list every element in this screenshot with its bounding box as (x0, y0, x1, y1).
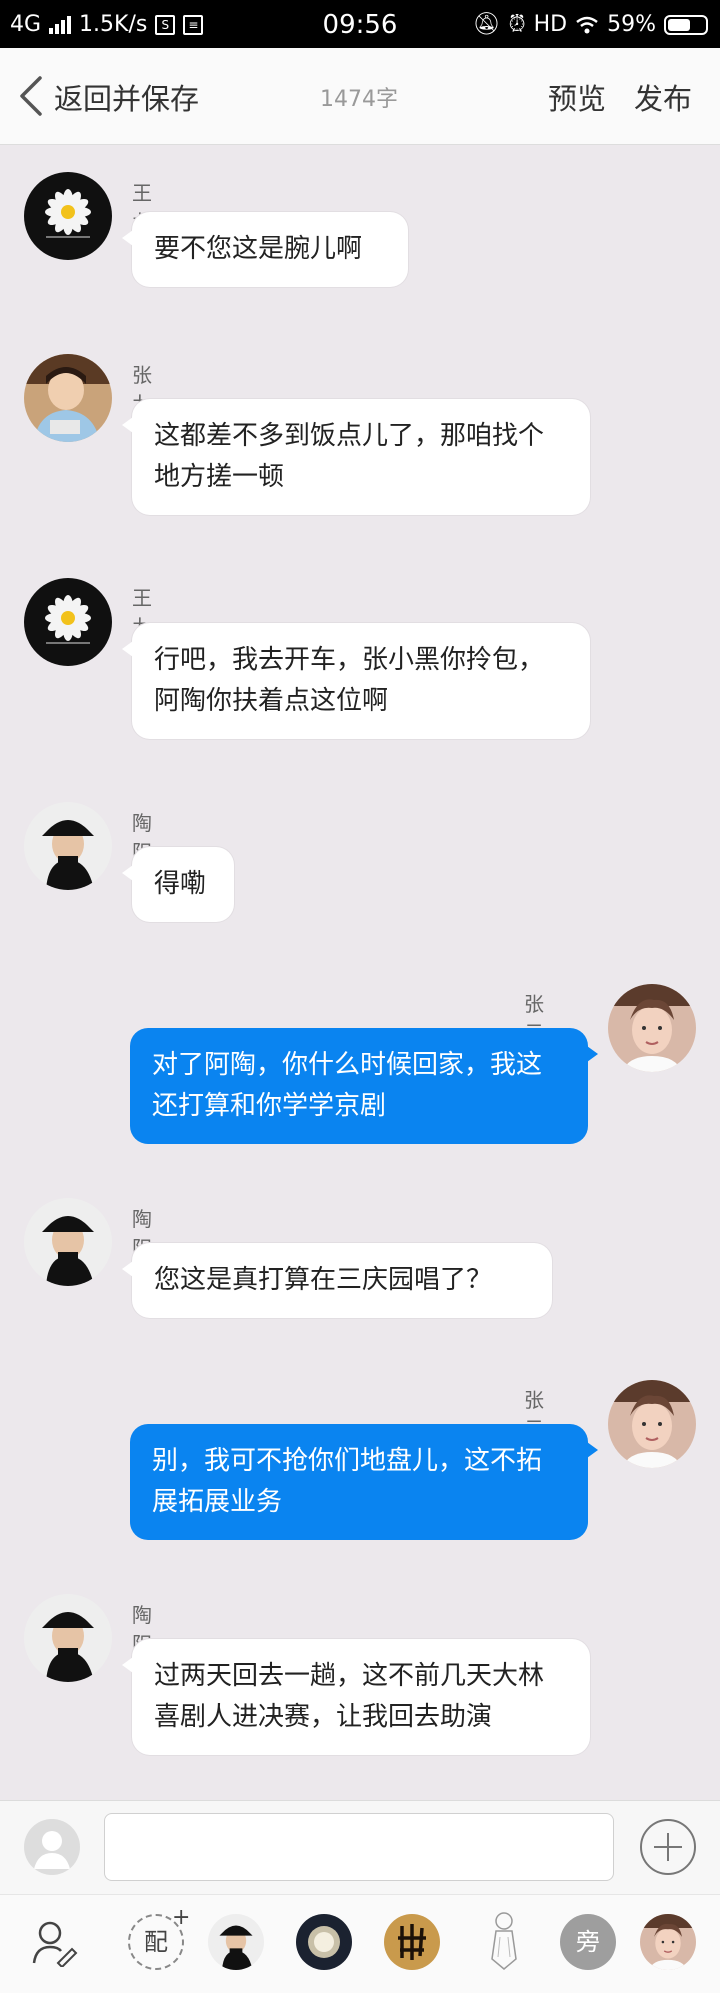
battery-percent: 59% (607, 12, 656, 37)
role-calligraphy-avatar[interactable] (384, 1914, 440, 1970)
back-arrow-icon[interactable] (14, 72, 50, 120)
mute-bell-icon: 🔕︎ (472, 12, 501, 37)
user-avatar[interactable] (24, 1819, 80, 1875)
wifi-icon (576, 16, 598, 33)
narrator-role-avatar[interactable]: 旁 (560, 1914, 616, 1970)
boy-avatar[interactable] (24, 354, 112, 442)
alarm-icon: ⏰︎ (508, 12, 526, 37)
word-count: 1474字 (320, 87, 398, 112)
message-bubble[interactable]: 过两天回去一趟，这不前几天大林喜剧人进决赛，让我回去助演 (122, 1639, 590, 1755)
message-bubble[interactable]: 别，我可不抢你们地盘儿，这不拓展拓展业务 (130, 1424, 598, 1540)
edit-character-icon[interactable] (30, 1917, 78, 1967)
message-bubble[interactable]: 得嘞 (122, 847, 234, 922)
face-avatar[interactable] (608, 984, 696, 1072)
publish-button[interactable]: 发布 (634, 76, 692, 118)
role-bar: 配 + 旁 (0, 1894, 720, 1993)
role-sketch-avatar[interactable] (480, 1909, 528, 1975)
chat-area[interactable]: 王九龙 要不您这是腕儿啊 张九龄 这都差不多到饭点儿了，那咱找个地方搓一顿 王九… (0, 144, 720, 1800)
hat-avatar[interactable] (24, 1198, 112, 1286)
message-bubble[interactable]: 行吧，我去开车，张小黑你拎包，阿陶你扶着点这位啊 (122, 623, 590, 739)
hd-label: HD (533, 12, 568, 37)
add-icon[interactable] (640, 1819, 696, 1875)
role-face-avatar[interactable] (640, 1914, 696, 1970)
narrator-label: 旁 (576, 1928, 600, 1956)
hat-avatar[interactable] (24, 1594, 112, 1682)
battery-icon (664, 14, 708, 35)
status-bar: 4G 1.5K/s S ≡ 09:56 🔕︎ ⏰︎ HD 59% (0, 0, 720, 48)
role-hat-avatar[interactable] (208, 1914, 264, 1970)
message-bubble[interactable]: 您这是真打算在三庆园唱了？ (122, 1243, 552, 1318)
input-bar (0, 1800, 720, 1895)
message-bubble[interactable]: 这都差不多到饭点儿了，那咱找个地方搓一顿 (122, 399, 590, 515)
user-silhouette-icon (34, 1831, 70, 1869)
face-avatar[interactable] (608, 1380, 696, 1468)
hat-avatar[interactable] (24, 802, 112, 890)
plus-small-icon: + (172, 1905, 191, 1930)
message-bubble[interactable]: 要不您这是腕儿啊 (122, 212, 408, 287)
dub-label: 配 (144, 1928, 168, 1956)
role-night-avatar[interactable] (296, 1914, 352, 1970)
back-save-button[interactable]: 返回并保存 (54, 76, 199, 118)
editor-header: 返回并保存 1474字 预览 发布 (0, 48, 720, 145)
daisy-avatar[interactable] (24, 578, 112, 666)
message-bubble[interactable]: 对了阿陶，你什么时候回家，我这还打算和你学学京剧 (130, 1028, 598, 1144)
message-input[interactable] (104, 1813, 614, 1881)
daisy-avatar[interactable] (24, 172, 112, 260)
preview-button[interactable]: 预览 (548, 76, 606, 118)
